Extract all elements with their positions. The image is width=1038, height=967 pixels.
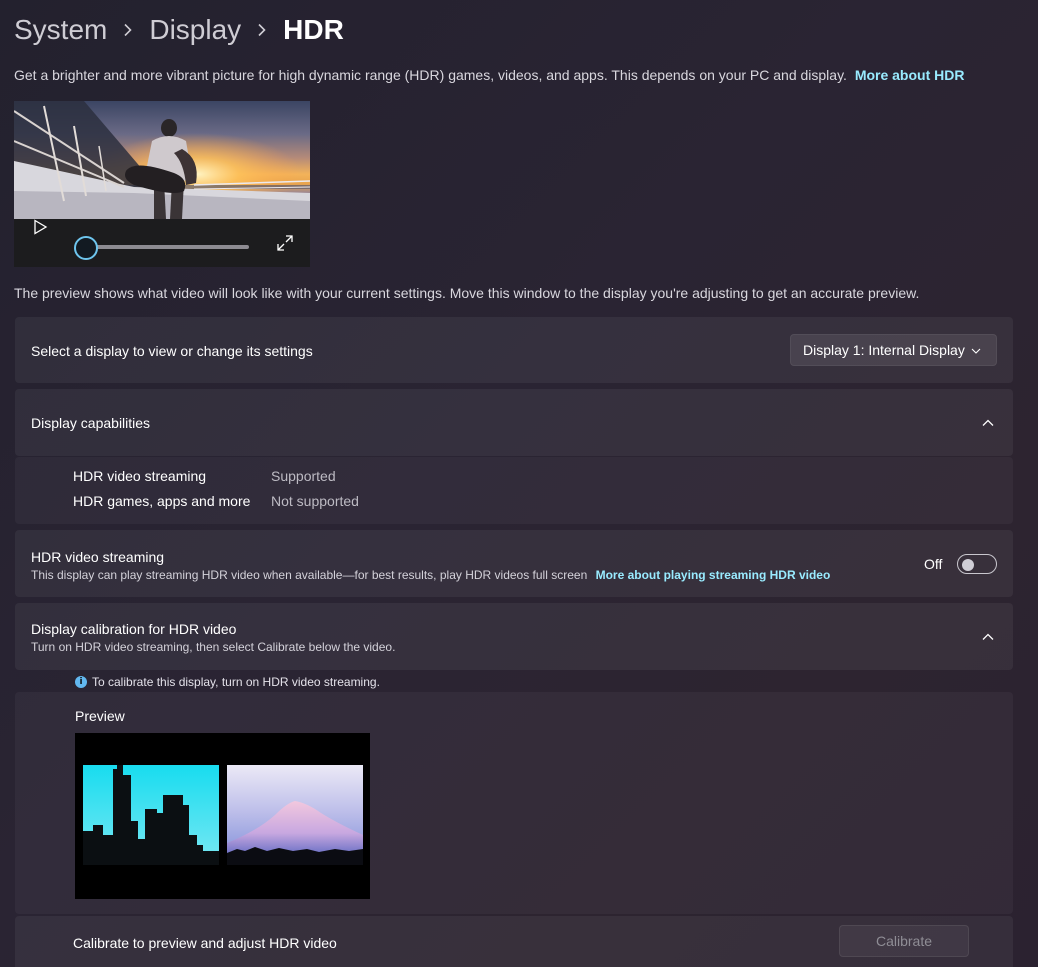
chevron-right-icon: [107, 23, 149, 37]
hdr-streaming-description: This display can play streaming HDR vide…: [31, 568, 588, 582]
more-about-hdr-link[interactable]: More about HDR: [855, 67, 965, 83]
calibration-title: Display calibration for HDR video: [31, 621, 237, 637]
breadcrumb-hdr: HDR: [283, 14, 344, 45]
chevron-up-icon[interactable]: [981, 630, 995, 644]
display-capabilities-header[interactable]: Display capabilities: [15, 389, 1013, 456]
hdr-settings-page: System Display HDR Get a brighter and mo…: [0, 0, 1038, 967]
mountain-image: [227, 765, 363, 865]
video-controls: [14, 219, 310, 267]
seek-thumb[interactable]: [74, 236, 98, 260]
calibration-info: i To calibrate this display, turn on HDR…: [75, 675, 380, 689]
select-display-card: Select a display to view or change its s…: [15, 317, 1013, 383]
capability-value: Supported: [271, 468, 336, 484]
calibration-text: Display calibration for HDR video Turn o…: [31, 621, 395, 654]
fullscreen-icon[interactable]: [276, 234, 294, 252]
breadcrumb-system[interactable]: System: [14, 14, 107, 46]
seek-bar[interactable]: [86, 245, 249, 249]
intro-description: Get a brighter and more vibrant picture …: [14, 67, 847, 83]
play-icon[interactable]: [30, 217, 50, 237]
calibrate-button[interactable]: Calibrate: [839, 925, 969, 957]
breadcrumb-display[interactable]: Display: [149, 14, 241, 46]
display-dropdown-value: Display 1: Internal Display: [803, 342, 965, 358]
toggle-knob: [962, 559, 974, 571]
capability-label: HDR games, apps and more: [73, 493, 251, 509]
hdr-video-player: [14, 101, 310, 267]
info-icon: i: [75, 676, 87, 688]
chevron-right-icon: [241, 23, 283, 37]
display-capabilities-title: Display capabilities: [31, 415, 151, 431]
hdr-video-streaming-card: HDR video streaming This display can pla…: [15, 530, 1013, 597]
chevron-up-icon[interactable]: [981, 416, 995, 430]
hdr-streaming-toggle[interactable]: [957, 554, 997, 574]
city-skyline-image: [83, 765, 219, 865]
select-display-label: Select a display to view or change its s…: [31, 343, 313, 359]
display-calibration-header[interactable]: Display calibration for HDR video Turn o…: [15, 603, 1013, 670]
calibration-preview-image: [75, 733, 370, 899]
preview-note: The preview shows what video will look l…: [14, 285, 920, 301]
display-dropdown[interactable]: Display 1: Internal Display: [790, 334, 997, 366]
video-frame: [14, 101, 310, 219]
hdr-streaming-text: HDR video streaming This display can pla…: [31, 549, 830, 582]
capability-label: HDR video streaming: [73, 468, 207, 484]
video-scene: [14, 101, 310, 219]
more-about-streaming-hdr-link[interactable]: More about playing streaming HDR video: [596, 568, 831, 582]
hdr-streaming-description-row: This display can play streaming HDR vide…: [31, 568, 830, 582]
capability-value: Not supported: [271, 493, 359, 509]
hdr-streaming-title: HDR video streaming: [31, 549, 165, 565]
preview-label: Preview: [75, 708, 125, 724]
hdr-streaming-state: Off: [924, 556, 943, 572]
calibrate-label: Calibrate to preview and adjust HDR vide…: [73, 935, 337, 951]
calibration-info-text: To calibrate this display, turn on HDR v…: [92, 675, 380, 689]
chevron-down-icon: [971, 348, 981, 354]
calibration-description: Turn on HDR video streaming, then select…: [31, 640, 396, 654]
intro-text: Get a brighter and more vibrant picture …: [14, 67, 964, 83]
breadcrumb: System Display HDR: [14, 10, 344, 50]
